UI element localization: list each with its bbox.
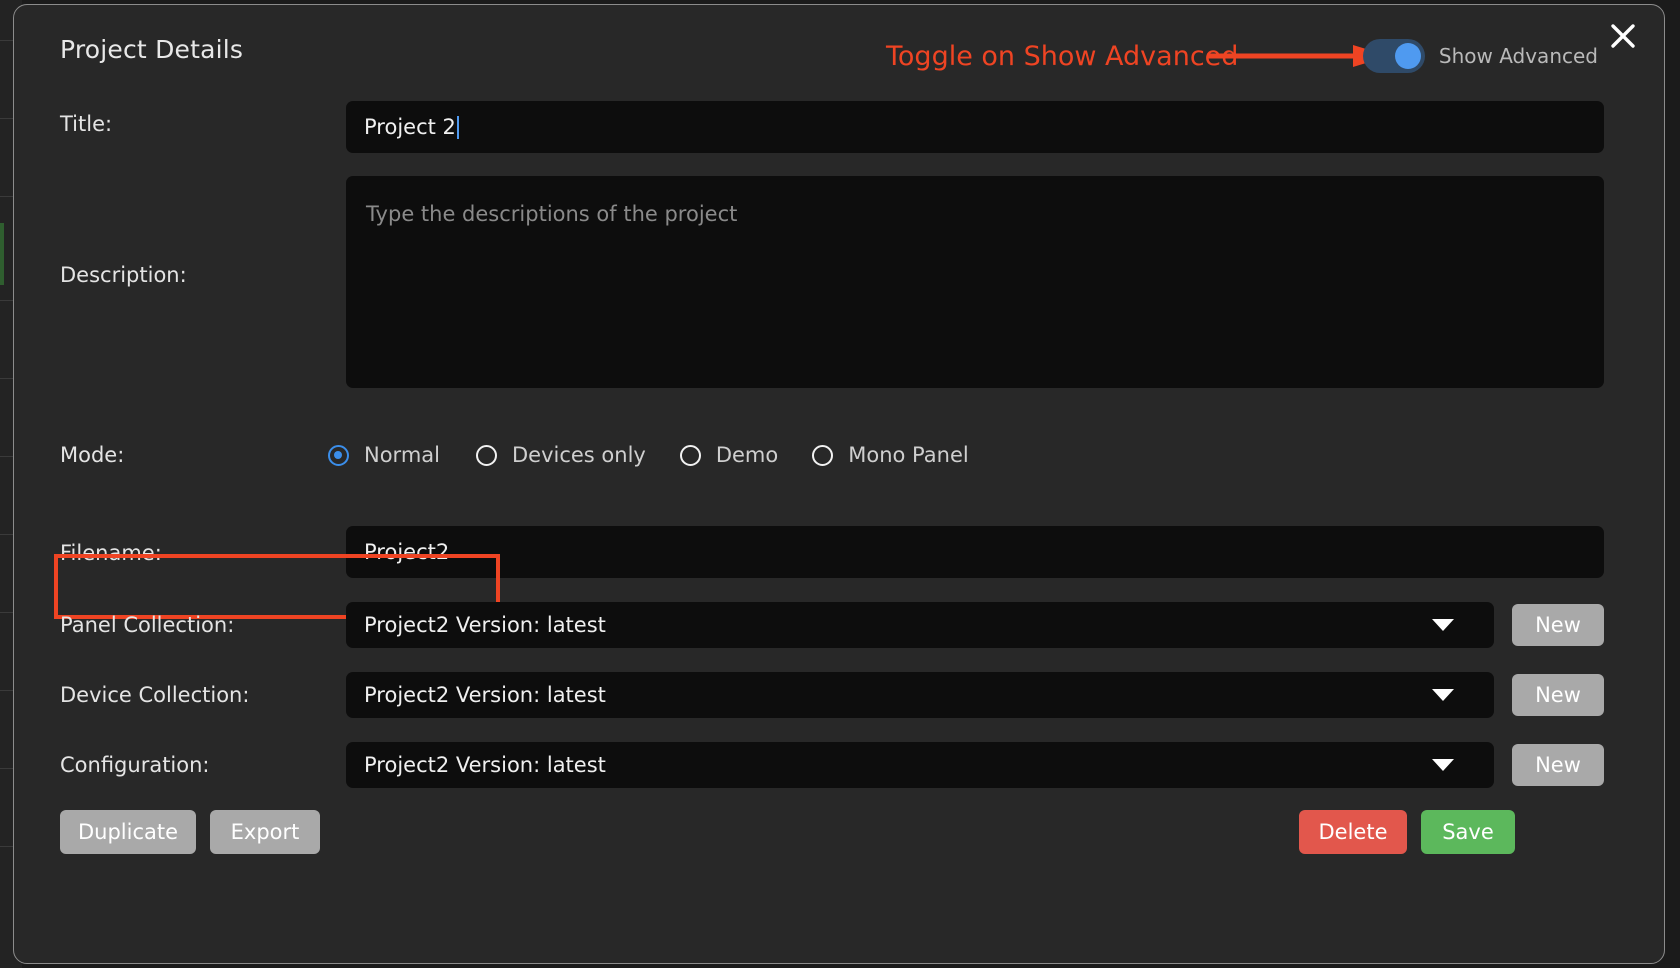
- page-title: Project Details: [60, 35, 244, 64]
- radio-icon-selected: [328, 444, 349, 466]
- filename-input-value: Project2: [364, 540, 450, 564]
- sidebar-active-accent: [0, 223, 4, 285]
- mode-radio-normal[interactable]: Normal: [328, 443, 440, 467]
- filename-input[interactable]: Project2: [346, 526, 1604, 578]
- panel-collection-select[interactable]: Project2 Version: latest: [346, 602, 1494, 648]
- export-button[interactable]: Export: [210, 810, 320, 854]
- mode-radio-demo[interactable]: Demo: [679, 443, 779, 467]
- mode-radio-devices-only[interactable]: Devices only: [475, 443, 646, 467]
- mode-radio-mono-panel-label: Mono Panel: [848, 443, 969, 467]
- show-advanced-toggle-row: Show Advanced: [1362, 39, 1598, 73]
- panel-collection-new-button[interactable]: New: [1512, 604, 1604, 646]
- delete-button[interactable]: Delete: [1299, 810, 1407, 854]
- duplicate-button[interactable]: Duplicate: [60, 810, 196, 854]
- description-placeholder: Type the descriptions of the project: [366, 202, 738, 226]
- text-caret: [456, 115, 459, 139]
- configuration-value: Project2 Version: latest: [364, 753, 606, 777]
- configuration-new-button[interactable]: New: [1512, 744, 1604, 786]
- device-collection-select[interactable]: Project2 Version: latest: [346, 672, 1494, 718]
- chevron-down-icon: [1432, 759, 1454, 771]
- save-button[interactable]: Save: [1421, 810, 1515, 854]
- radio-icon: [812, 444, 834, 466]
- mode-radio-devices-only-label: Devices only: [511, 443, 646, 467]
- filename-label: Filename:: [60, 541, 162, 565]
- description-label: Description:: [60, 263, 187, 287]
- annotation-toggle-note: Toggle on Show Advanced: [886, 41, 1239, 72]
- annotation-arrow-icon: [1207, 43, 1389, 69]
- chevron-down-icon: [1432, 619, 1454, 631]
- mode-radio-group: Normal Devices only Demo Mono Panel: [328, 443, 969, 467]
- panel-collection-label: Panel Collection:: [60, 613, 235, 637]
- configuration-select[interactable]: Project2 Version: latest: [346, 742, 1494, 788]
- mode-radio-mono-panel[interactable]: Mono Panel: [812, 443, 969, 467]
- device-collection-new-button[interactable]: New: [1512, 674, 1604, 716]
- show-advanced-label: Show Advanced: [1438, 44, 1598, 68]
- description-input[interactable]: Type the descriptions of the project: [346, 176, 1604, 388]
- show-advanced-toggle[interactable]: [1362, 39, 1425, 73]
- configuration-label: Configuration:: [60, 753, 210, 777]
- radio-icon: [475, 444, 497, 466]
- title-label: Title:: [60, 112, 113, 136]
- radio-icon: [679, 444, 701, 466]
- close-icon[interactable]: [1602, 15, 1644, 57]
- toggle-knob: [1394, 43, 1421, 69]
- device-collection-value: Project2 Version: latest: [364, 683, 606, 707]
- device-collection-label: Device Collection:: [60, 683, 250, 707]
- chevron-down-icon: [1432, 689, 1454, 701]
- title-input-value: Project 2: [364, 115, 456, 139]
- mode-radio-normal-label: Normal: [364, 443, 440, 467]
- mode-label: Mode:: [60, 443, 125, 467]
- mode-radio-demo-label: Demo: [715, 443, 779, 467]
- project-details-dialog: Project Details Toggle on Show Advanced …: [13, 4, 1665, 964]
- title-input[interactable]: Project 2: [346, 101, 1604, 153]
- panel-collection-value: Project2 Version: latest: [364, 613, 606, 637]
